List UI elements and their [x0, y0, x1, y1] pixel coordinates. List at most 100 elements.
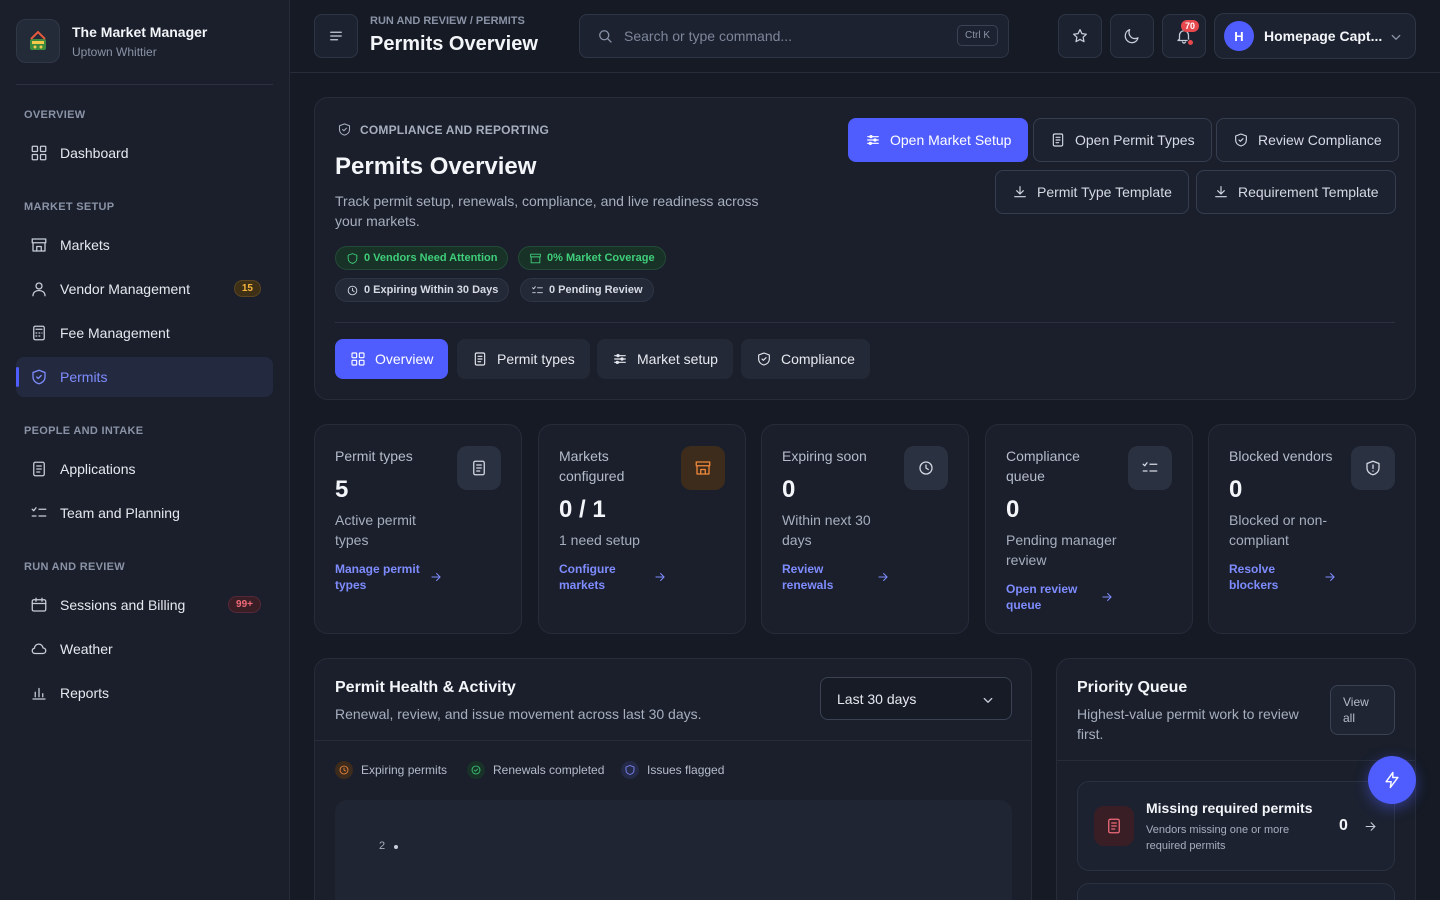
stat-value: 0: [782, 476, 796, 503]
hero-divider: [335, 322, 1395, 323]
tab-permit-types[interactable]: Permit types: [457, 339, 590, 379]
tab-label: Overview: [375, 351, 434, 367]
tab-label: Permit types: [497, 351, 575, 367]
requirement-template-button[interactable]: Requirement Template: [1196, 170, 1396, 214]
shield-icon: [621, 761, 639, 779]
priority-item-count: 0: [1339, 817, 1348, 834]
stat-label: Expiring soon: [782, 448, 867, 464]
open-review-queue-link[interactable]: Open review queue: [1006, 581, 1086, 613]
grid-icon: [351, 352, 365, 366]
chip-vendors-attention: 0 Vendors Need Attention: [335, 246, 509, 270]
sidebar-item-dashboard[interactable]: Dashboard: [16, 133, 273, 173]
checklist-icon: [1128, 446, 1172, 490]
tab-market-setup[interactable]: Market setup: [597, 339, 733, 379]
sidebar: The Market Manager Uptown Whittier OVERV…: [0, 0, 290, 900]
lightning-icon: [1385, 771, 1399, 789]
brand-subtitle: Uptown Whittier: [72, 44, 157, 59]
favorites-button[interactable]: [1058, 14, 1102, 58]
panel-subtitle: Highest-value permit work to review firs…: [1077, 706, 1299, 742]
clock-icon: [904, 446, 948, 490]
document-icon: [33, 461, 45, 477]
legend-label: Expiring permits: [361, 763, 448, 777]
legend-issues: Issues flagged: [621, 761, 724, 779]
stat-label: Permit types: [335, 448, 413, 464]
chip-label: 0 Pending Review: [549, 284, 643, 296]
stat-sub: Pending manager review: [1006, 532, 1117, 568]
shield-alert-icon: [1351, 446, 1395, 490]
sidebar-item-permits[interactable]: Permits: [16, 357, 273, 397]
search-input[interactable]: Search or type command... Ctrl K: [579, 14, 1009, 58]
search-icon: [599, 30, 612, 43]
grid-icon: [31, 145, 47, 161]
vendor-count-badge: 15: [233, 280, 261, 297]
market-basket-icon: [16, 19, 60, 63]
review-renewals-link[interactable]: Review renewals: [782, 561, 852, 593]
tab-compliance[interactable]: Compliance: [741, 339, 870, 379]
moon-icon: [1124, 28, 1139, 44]
chip-label: 0 Vendors Need Attention: [364, 252, 498, 264]
brand[interactable]: The Market Manager Uptown Whittier: [16, 19, 207, 63]
manage-permit-types-link[interactable]: Manage permit types: [335, 561, 425, 593]
tab-overview[interactable]: Overview: [335, 339, 449, 379]
stat-card-permit-types: Permit types 5 Active permit types Manag…: [314, 424, 522, 634]
permit-type-template-button[interactable]: Permit Type Template: [995, 170, 1189, 214]
permits-overview-panel: COMPLIANCE AND REPORTING Permits Overvie…: [314, 97, 1416, 400]
notifications-button[interactable]: 70: [1162, 14, 1206, 58]
open-permit-types-button[interactable]: Open Permit Types: [1033, 118, 1212, 162]
user-menu[interactable]: H Homepage Capt...: [1214, 13, 1416, 59]
chip-expiring: 0 Expiring Within 30 Days: [335, 278, 510, 302]
stat-card-expiring-soon: Expiring soon 0 Within next 30 days Revi…: [761, 424, 969, 634]
sidebar-item-label: Vendor Management: [60, 281, 190, 297]
download-icon: [1014, 186, 1026, 198]
panel-title: Permit Health & Activity: [335, 679, 516, 696]
review-compliance-button[interactable]: Review Compliance: [1216, 118, 1399, 162]
configure-markets-link[interactable]: Configure markets: [559, 561, 629, 593]
arrow-right-icon[interactable]: [653, 570, 667, 584]
arrow-right-icon[interactable]: [1100, 590, 1114, 604]
theme-toggle-button[interactable]: [1110, 14, 1154, 58]
arrow-right-icon: [1365, 822, 1376, 831]
resolve-blockers-link[interactable]: Resolve blockers: [1229, 561, 1289, 593]
sidebar-item-applications[interactable]: Applications: [16, 449, 273, 489]
priority-item-next[interactable]: [1077, 883, 1395, 900]
view-all-button[interactable]: View all: [1330, 685, 1395, 735]
menu-toggle-button[interactable]: [314, 14, 358, 58]
arrow-right-icon[interactable]: [1323, 570, 1337, 584]
stat-sub: Blocked or non-compliant: [1229, 512, 1328, 548]
panel-divider: [1057, 760, 1415, 761]
shield-icon: [1235, 133, 1247, 147]
search-placeholder: Search or type command...: [624, 28, 793, 44]
sidebar-item-team-and-planning[interactable]: Team and Planning: [16, 493, 273, 533]
arrow-right-icon[interactable]: [876, 570, 890, 584]
quick-action-button[interactable]: [1368, 756, 1416, 804]
sidebar-item-label: Reports: [60, 685, 110, 701]
sidebar-item-sessions-and-billing[interactable]: Sessions and Billing 99+: [16, 585, 273, 625]
section-eyebrow: COMPLIANCE AND REPORTING: [337, 122, 549, 137]
sidebar-item-reports[interactable]: Reports: [16, 673, 273, 713]
sidebar-item-markets[interactable]: Markets: [16, 225, 273, 265]
priority-item-missing-permits[interactable]: Missing required permits Vendors missing…: [1077, 781, 1395, 871]
arrow-right-icon[interactable]: [429, 570, 443, 584]
legend-label: Issues flagged: [647, 763, 725, 777]
sidebar-item-label: Fee Management: [60, 325, 170, 341]
button-label: Review Compliance: [1258, 132, 1382, 148]
chip-label: 0 Expiring Within 30 Days: [364, 284, 499, 296]
sidebar-item-fee-management[interactable]: Fee Management: [16, 313, 273, 353]
checklist-icon: [532, 285, 543, 293]
chip-label: 0% Market Coverage: [547, 252, 655, 264]
permit-health-panel: Permit Health & Activity Renewal, review…: [314, 658, 1032, 900]
notification-count-badge: 70: [1180, 20, 1199, 32]
sidebar-item-label: Applications: [60, 461, 136, 477]
sidebar-item-weather[interactable]: Weather: [16, 629, 273, 669]
stat-sub: 1 need setup: [559, 532, 640, 548]
sidebar-item-label: Permits: [60, 369, 108, 385]
shield-icon: [347, 252, 358, 264]
activity-chart: 2: [335, 800, 1012, 900]
stat-sub: Active permit types: [335, 512, 416, 548]
open-market-setup-button[interactable]: Open Market Setup: [848, 118, 1029, 162]
sidebar-item-vendor-management[interactable]: Vendor Management 15: [16, 269, 273, 309]
date-range-select[interactable]: Last 30 days: [820, 677, 1012, 720]
storefront-icon: [681, 446, 725, 490]
sidebar-item-label: Sessions and Billing: [60, 597, 186, 613]
sidebar-item-label: Markets: [60, 237, 110, 253]
